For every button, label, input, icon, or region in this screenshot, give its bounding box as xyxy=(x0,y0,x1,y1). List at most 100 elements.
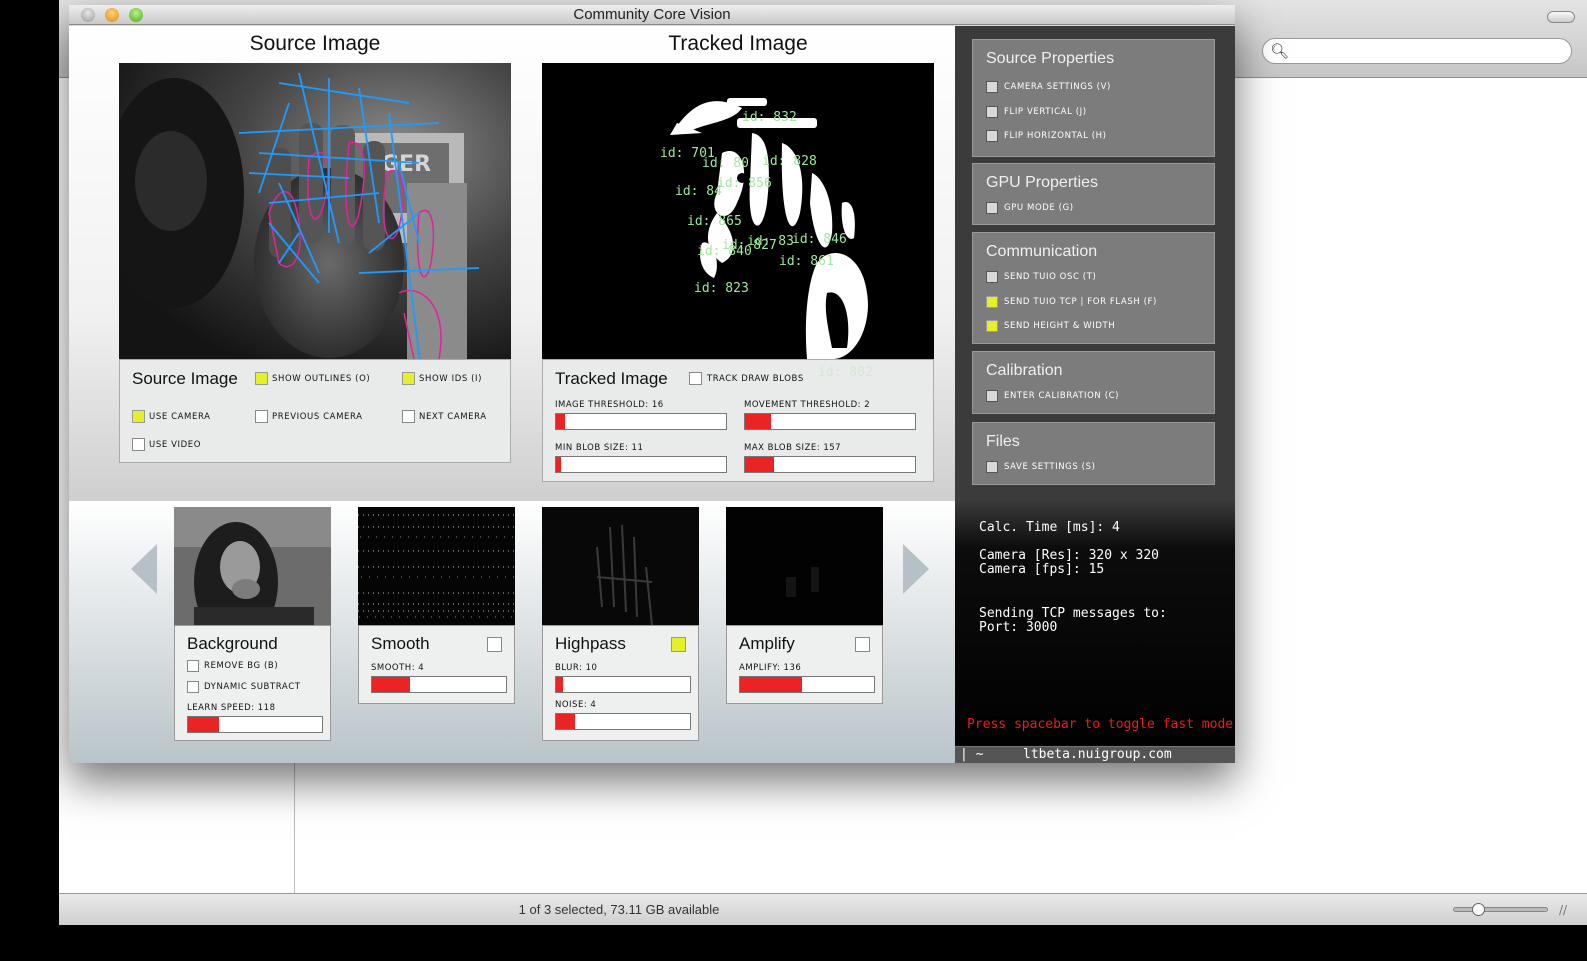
calibration-title: Calibration xyxy=(986,362,1063,379)
remove-bg-label: REMOVE BG (B) xyxy=(204,661,279,671)
highpass-enable-checkbox[interactable] xyxy=(671,637,686,652)
show-outlines-label: SHOW OUTLINES (O) xyxy=(272,374,371,384)
footer-marker: | ~ xyxy=(960,747,984,762)
files-title: Files xyxy=(986,433,1020,450)
communication-title: Communication xyxy=(986,243,1098,260)
remove-bg-checkbox[interactable] xyxy=(187,660,199,672)
use-camera-label: USE CAMERA xyxy=(149,412,211,422)
slider-fill xyxy=(372,677,410,692)
source-image-title: Source Image xyxy=(249,32,381,55)
blob-id-label: id: 846 xyxy=(792,232,847,247)
previous-camera-checkbox[interactable] xyxy=(255,410,268,423)
image-threshold-label: IMAGE THRESHOLD: 16 xyxy=(555,400,664,410)
show-ids-checkbox[interactable] xyxy=(402,372,415,385)
settings-panel: Source Properties CAMERA SETTINGS (V) FL… xyxy=(955,26,1235,501)
amplify-enable-checkbox[interactable] xyxy=(855,637,870,652)
tracked-video: id: 832 id: 701 id: 80 id: 828 id: 856 i… xyxy=(542,63,934,359)
track-dark-blobs-checkbox[interactable] xyxy=(689,372,702,385)
save-settings-checkbox[interactable] xyxy=(986,461,998,473)
source-image-controls: Source Image SHOW OUTLINES (O) SHOW IDS … xyxy=(119,359,511,463)
enter-calibration-checkbox[interactable] xyxy=(986,390,998,402)
filter-area: Background REMOVE BG (B) DYNAMIC SUBTRAC… xyxy=(69,501,955,763)
files-group: Files SAVE SETTINGS (S) xyxy=(972,422,1215,485)
save-settings-label: SAVE SETTINGS (S) xyxy=(1004,462,1096,472)
use-camera-checkbox[interactable] xyxy=(132,410,145,423)
smooth-filter-panel: Smooth SMOOTH: 4 xyxy=(358,625,515,704)
blob-id-label: id: 80 xyxy=(702,156,749,171)
max-blob-size-label: MAX BLOB SIZE: 157 xyxy=(744,443,842,453)
min-blob-size-label: MIN BLOB SIZE: 11 xyxy=(555,443,644,453)
next-filter-arrow-icon[interactable] xyxy=(903,544,929,594)
image-threshold-slider[interactable] xyxy=(555,413,727,430)
smooth-enable-checkbox[interactable] xyxy=(487,637,502,652)
window-title: Community Core Vision xyxy=(573,6,731,23)
slider-fill xyxy=(745,414,771,429)
sending-to-text: Sending TCP messages to: xyxy=(979,606,1167,621)
tracked-image-controls: Tracked Image TRACK DRAW BLOBS id: 802 I… xyxy=(542,359,934,482)
show-outlines-checkbox[interactable] xyxy=(255,372,268,385)
learn-speed-slider[interactable] xyxy=(187,716,323,733)
amplify-slider[interactable] xyxy=(739,676,875,693)
highpass-filter-panel: Highpass BLUR: 10 NOISE: 4 xyxy=(542,625,699,741)
slider-knob[interactable] xyxy=(1472,903,1485,916)
send-tuio-tcp-label: SEND TUIO TCP | FOR FLASH (F) xyxy=(1004,297,1157,307)
dynamic-subtract-checkbox[interactable] xyxy=(187,681,199,693)
finder-status-bar: 1 of 3 selected, 73.11 GB available // xyxy=(59,893,1587,925)
flip-horizontal-label: FLIP HORIZONTAL (H) xyxy=(1004,131,1107,141)
send-height-width-checkbox[interactable] xyxy=(986,320,998,332)
send-tuio-osc-checkbox[interactable] xyxy=(986,271,998,283)
flip-horizontal-checkbox[interactable] xyxy=(986,130,998,142)
blob-id-label: id: 865 xyxy=(687,214,742,229)
source-properties-group: Source Properties CAMERA SETTINGS (V) FL… xyxy=(972,39,1215,157)
slider-fill xyxy=(556,677,563,692)
send-tuio-tcp-checkbox[interactable] xyxy=(986,296,998,308)
gpu-mode-checkbox[interactable] xyxy=(986,202,998,214)
calc-time-text: Calc. Time [ms]: 4 xyxy=(979,520,1120,535)
ccv-window: Community Core Vision Source Image GER S… xyxy=(69,5,1235,763)
noise-slider[interactable] xyxy=(555,713,691,730)
movement-threshold-slider[interactable] xyxy=(744,413,916,430)
icon-size-slider[interactable] xyxy=(1453,903,1548,916)
dynamic-subtract-label: DYNAMIC SUBTRACT xyxy=(204,682,301,692)
send-tuio-osc-label: SEND TUIO OSC (T) xyxy=(1004,272,1097,282)
finder-search-field[interactable]: 🔍︎ xyxy=(1262,38,1572,64)
amplify-filter-title: Amplify xyxy=(739,634,795,653)
tracked-controls-title: Tracked Image xyxy=(555,369,668,388)
track-dark-blobs-label: TRACK DRAW BLOBS xyxy=(707,374,804,384)
blob-id-label: id: 861 xyxy=(779,254,834,269)
next-camera-checkbox[interactable] xyxy=(402,410,415,423)
min-blob-size-slider[interactable] xyxy=(555,456,727,473)
camera-settings-label: CAMERA SETTINGS (V) xyxy=(1004,82,1111,92)
toolbar-toggle-button[interactable] xyxy=(1547,11,1575,23)
next-camera-label: NEXT CAMERA xyxy=(419,412,487,422)
gpu-mode-label: GPU MODE (G) xyxy=(1004,203,1074,213)
source-video: GER xyxy=(119,63,511,359)
search-input[interactable] xyxy=(1289,42,1559,60)
svg-text:GER: GER xyxy=(381,152,431,177)
ccv-content: Source Image GER Source Image SHOW OUTLI… xyxy=(69,26,1235,763)
smooth-slider[interactable] xyxy=(371,676,507,693)
slider-fill xyxy=(556,414,565,429)
flip-vertical-checkbox[interactable] xyxy=(986,106,998,118)
smooth-filter-title: Smooth xyxy=(371,634,430,653)
blob-id-label: id: 832 xyxy=(742,110,797,125)
previous-filter-arrow-icon[interactable] xyxy=(131,544,157,594)
title-bar[interactable]: Community Core Vision xyxy=(69,5,1235,25)
max-blob-size-slider[interactable] xyxy=(744,456,916,473)
background-filter-title: Background xyxy=(187,634,278,653)
blur-slider[interactable] xyxy=(555,676,691,693)
info-panel: Calc. Time [ms]: 4 Camera [Res]: 320 x 3… xyxy=(955,501,1235,763)
highpass-thumbnail xyxy=(542,507,699,625)
amplify-label: AMPLIFY: 136 xyxy=(739,663,802,673)
resize-grip-icon[interactable]: // xyxy=(1559,903,1567,917)
highpass-filter-title: Highpass xyxy=(555,634,626,653)
slider-fill xyxy=(556,714,575,729)
slider-fill xyxy=(188,717,219,732)
camera-settings-checkbox[interactable] xyxy=(986,81,998,93)
blob-id-label: id: 823 xyxy=(694,281,749,296)
camera-res-text: Camera [Res]: 320 x 320 xyxy=(979,548,1160,563)
gpu-properties-title: GPU Properties xyxy=(986,174,1099,191)
noise-label: NOISE: 4 xyxy=(555,700,597,710)
website-link[interactable]: ltbeta.nuigroup.com xyxy=(1023,747,1172,762)
use-video-checkbox[interactable] xyxy=(132,438,145,451)
